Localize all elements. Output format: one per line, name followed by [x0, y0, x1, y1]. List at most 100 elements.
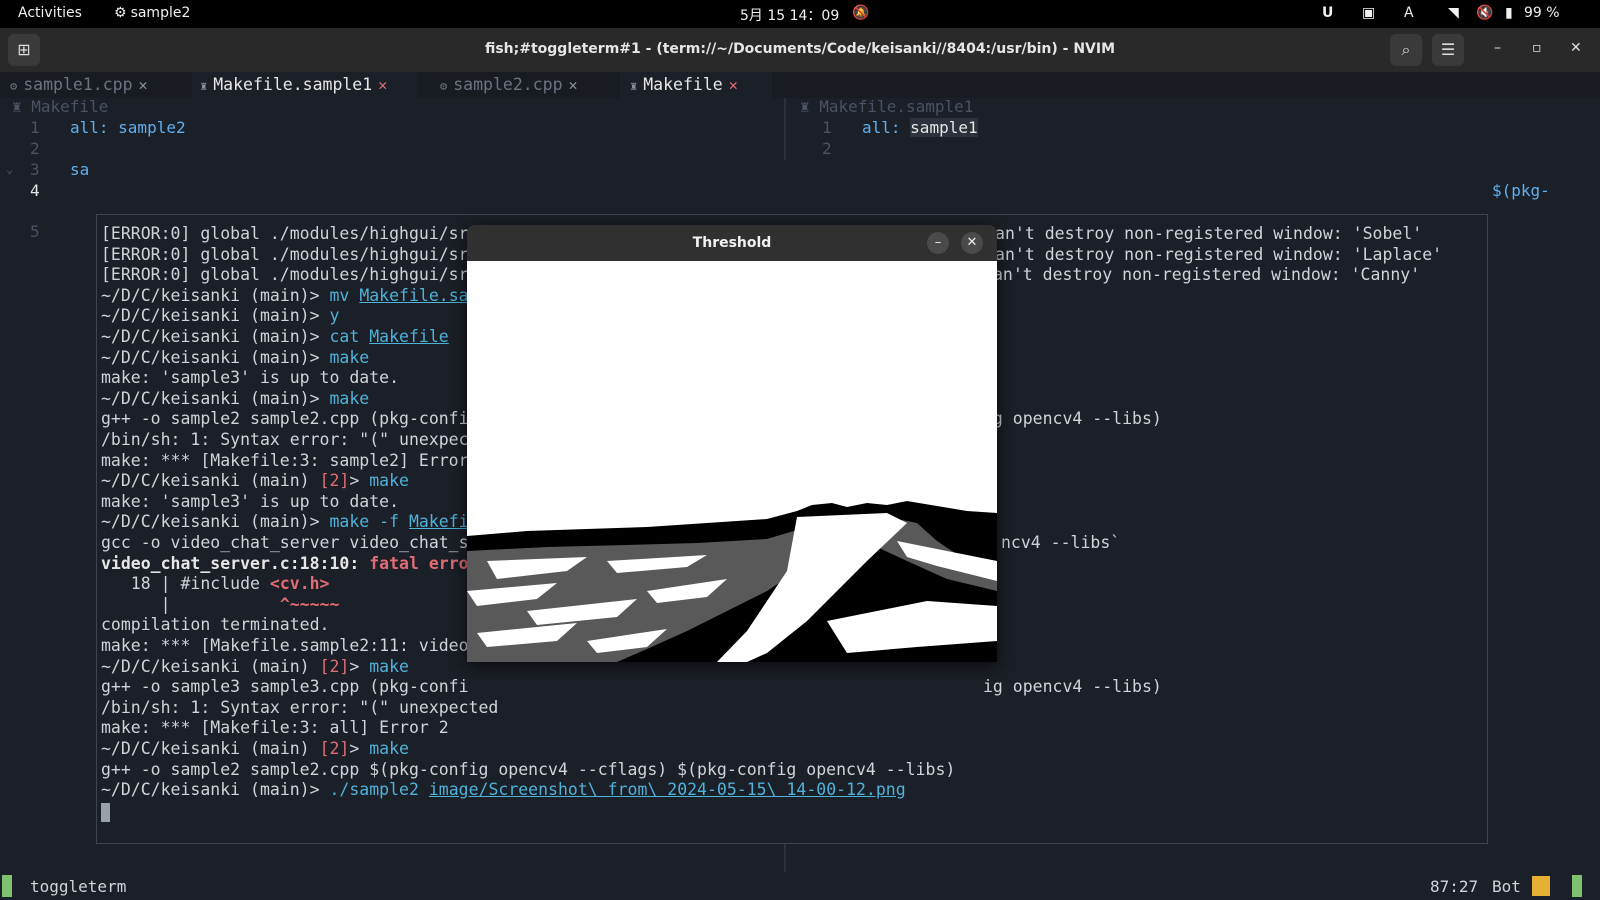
line-number: 5 [30, 222, 40, 241]
prompt-path: ~/D/C/keisanki [101, 285, 241, 305]
prompt-path: ~/D/C/keisanki [101, 388, 241, 408]
makefile-icon: ♜ [12, 97, 32, 116]
mode-indicator [2, 875, 12, 897]
term-line: ~/D/C/keisanki (main) [2]> make [101, 656, 409, 676]
term-line: ~/D/C/keisanki (main)> mv Makefile.sa [101, 285, 469, 305]
close-tab-icon[interactable]: ✕ [378, 76, 387, 94]
tab-makefile[interactable]: ♜ Makefile ✕ [620, 72, 772, 98]
cpp-file-icon: ⚙ [10, 79, 18, 93]
cmd: ./sample2 [329, 780, 419, 800]
prompt-path: ~/D/C/keisanki [101, 471, 241, 491]
term-line: ~/D/C/keisanki (main)> ./sample2 image/S… [101, 780, 906, 800]
prompt-path: ~/D/C/keisanki [101, 327, 241, 346]
code-text: all: sample2 [70, 118, 186, 137]
term-line: [ERROR:0] global ./modules/highgui/src/ [101, 265, 488, 286]
code-key: all: [862, 118, 901, 137]
minimize-button[interactable]: – [1494, 40, 1501, 56]
hamburger-menu-icon[interactable]: ☰ [1432, 34, 1464, 66]
prompt-path: ~/D/C/keisanki [101, 347, 241, 367]
term-line: ig opencv4 --libs) [983, 677, 1162, 697]
line-number: 3 [30, 160, 40, 179]
prompt-path: ~/D/C/keisanki [101, 780, 241, 800]
left-pane-winbar: ♜ Makefile [12, 96, 108, 117]
maximize-button[interactable]: ▫ [1532, 40, 1542, 56]
path-link[interactable]: Makefile [369, 327, 448, 346]
tab-sample2-cpp[interactable]: ⚙ sample2.cpp ✕ [440, 72, 578, 98]
term-line: compilation terminated. [101, 615, 330, 635]
code-line[interactable]: all: sample1 [862, 117, 978, 138]
app-icon: ⚙ [114, 5, 127, 21]
cmd: make [329, 347, 370, 367]
terminal-cursor [101, 803, 110, 822]
line-number: 2 [822, 139, 832, 158]
line-number-current: 4 [30, 181, 40, 200]
term-line: an't destroy non-registered window: 'Can… [993, 265, 1421, 285]
volume-muted-icon[interactable]: 🔇 [1476, 5, 1493, 21]
term-line: make: 'sample3' is up to date. [101, 491, 400, 511]
term-line: ~/D/C/keisanki (main)> make [101, 388, 370, 408]
vertical-split[interactable] [784, 98, 786, 160]
window-title: fish;#toggleterm#1 - (term://~/Documents… [484, 41, 1116, 57]
cmd: mv [329, 285, 350, 305]
threshold-titlebar[interactable]: Threshold [467, 225, 997, 261]
tab-label: Makefile.sample1 [213, 75, 373, 94]
close-tab-icon[interactable]: ✕ [569, 76, 578, 94]
prompt-path: ~/D/C/keisanki [101, 306, 241, 326]
term-line: /bin/sh: 1: Syntax error: "(" unexpected [101, 697, 499, 717]
statusline-mode: toggleterm [30, 877, 127, 896]
code-value: sample1 [910, 118, 978, 137]
search-icon[interactable]: ⌕ [1390, 34, 1422, 66]
code-line[interactable]: all: sample2 [70, 117, 186, 138]
tab-makefile-sample1[interactable]: ♜ Makefile.sample1 ✕ [192, 72, 418, 98]
code-line[interactable]: sa [70, 159, 89, 180]
prompt-branch: (main) [250, 285, 310, 305]
path-link[interactable]: image/Screenshot\ from\ 2024-05-15\ 14-0… [429, 780, 906, 799]
caret-marker: ^~~~~~ [279, 594, 340, 614]
close-icon[interactable]: ✕ [961, 232, 983, 254]
term-line: g++ -o sample3 sample3.cpp (pkg-confi [101, 677, 469, 697]
term-line: make: *** [Makefile:3: all] Error 2 [101, 718, 449, 738]
notifications-muted-icon[interactable]: 🔕 [852, 5, 869, 21]
input-method-indicator[interactable]: A [1404, 5, 1414, 21]
term-text: [ERROR:0] global ./modules/highgui/src/ [101, 265, 489, 285]
winbar-label: Makefile.sample1 [819, 97, 974, 116]
term-line: | ^~~~~~ [101, 594, 340, 616]
prompt-branch: (main) [250, 656, 310, 676]
term-line: g++ -o sample2 sample2.cpp $(pkg-config … [101, 759, 956, 779]
prompt-branch: (main) [250, 388, 310, 408]
close-tab-icon[interactable]: ✕ [139, 76, 148, 94]
tab-label: sample1.cpp [23, 75, 133, 94]
clock[interactable]: 5月 15 14：09 [740, 5, 839, 25]
prompt-branch: (main) [250, 739, 310, 758]
prompt-branch: (main) [250, 327, 310, 346]
wifi-icon[interactable]: ◥ [1448, 5, 1459, 21]
source-line: 18 | #include [101, 574, 270, 594]
term-line: ~/D/C/keisanki (main)> make [101, 347, 370, 367]
tray-app-icon[interactable]: U [1322, 5, 1333, 21]
term-line: ~/D/C/keisanki (main) [2]> make [101, 739, 409, 758]
app-name: sample2 [130, 5, 191, 21]
caret-gutter: | [101, 594, 280, 614]
buffer-tabline: ⚙ sample1.cpp ✕ ♜ Makefile.sample1 ✕ ⚙ sample… [0, 72, 1600, 98]
minimize-icon[interactable]: – [927, 232, 949, 254]
progress-block [1532, 876, 1550, 896]
app-menu[interactable]: ⚙ sample2 [114, 5, 190, 21]
term-line: make: *** [Makefile.sample2:11: video [101, 636, 469, 655]
tray-notes-icon[interactable]: ▣ [1362, 5, 1375, 21]
term-line: ncv4 --libs` [1001, 533, 1121, 552]
window-titlebar[interactable]: ⊞ fish;#toggleterm#1 - (term://~/Documen… [0, 28, 1600, 72]
tab-label: Makefile [643, 75, 723, 94]
fold-icon[interactable]: ⌄ [6, 159, 13, 180]
makefile-icon: ♜ [200, 79, 208, 93]
close-tab-icon[interactable]: ✕ [729, 76, 738, 94]
path-link[interactable]: Makefile.sa [359, 286, 468, 305]
activities-button[interactable]: Activities [18, 5, 82, 21]
threshold-window[interactable]: Threshold – ✕ [467, 225, 997, 662]
cursor-position: 87:27 [1430, 877, 1479, 896]
battery-icon[interactable]: ▮ [1505, 5, 1513, 21]
cmd: make [369, 656, 409, 676]
tab-sample1-cpp[interactable]: ⚙ sample1.cpp ✕ [10, 72, 148, 98]
close-button[interactable]: ✕ [1570, 40, 1582, 56]
winbar-label: Makefile [31, 97, 109, 116]
path-link[interactable]: Makefi [409, 512, 469, 531]
